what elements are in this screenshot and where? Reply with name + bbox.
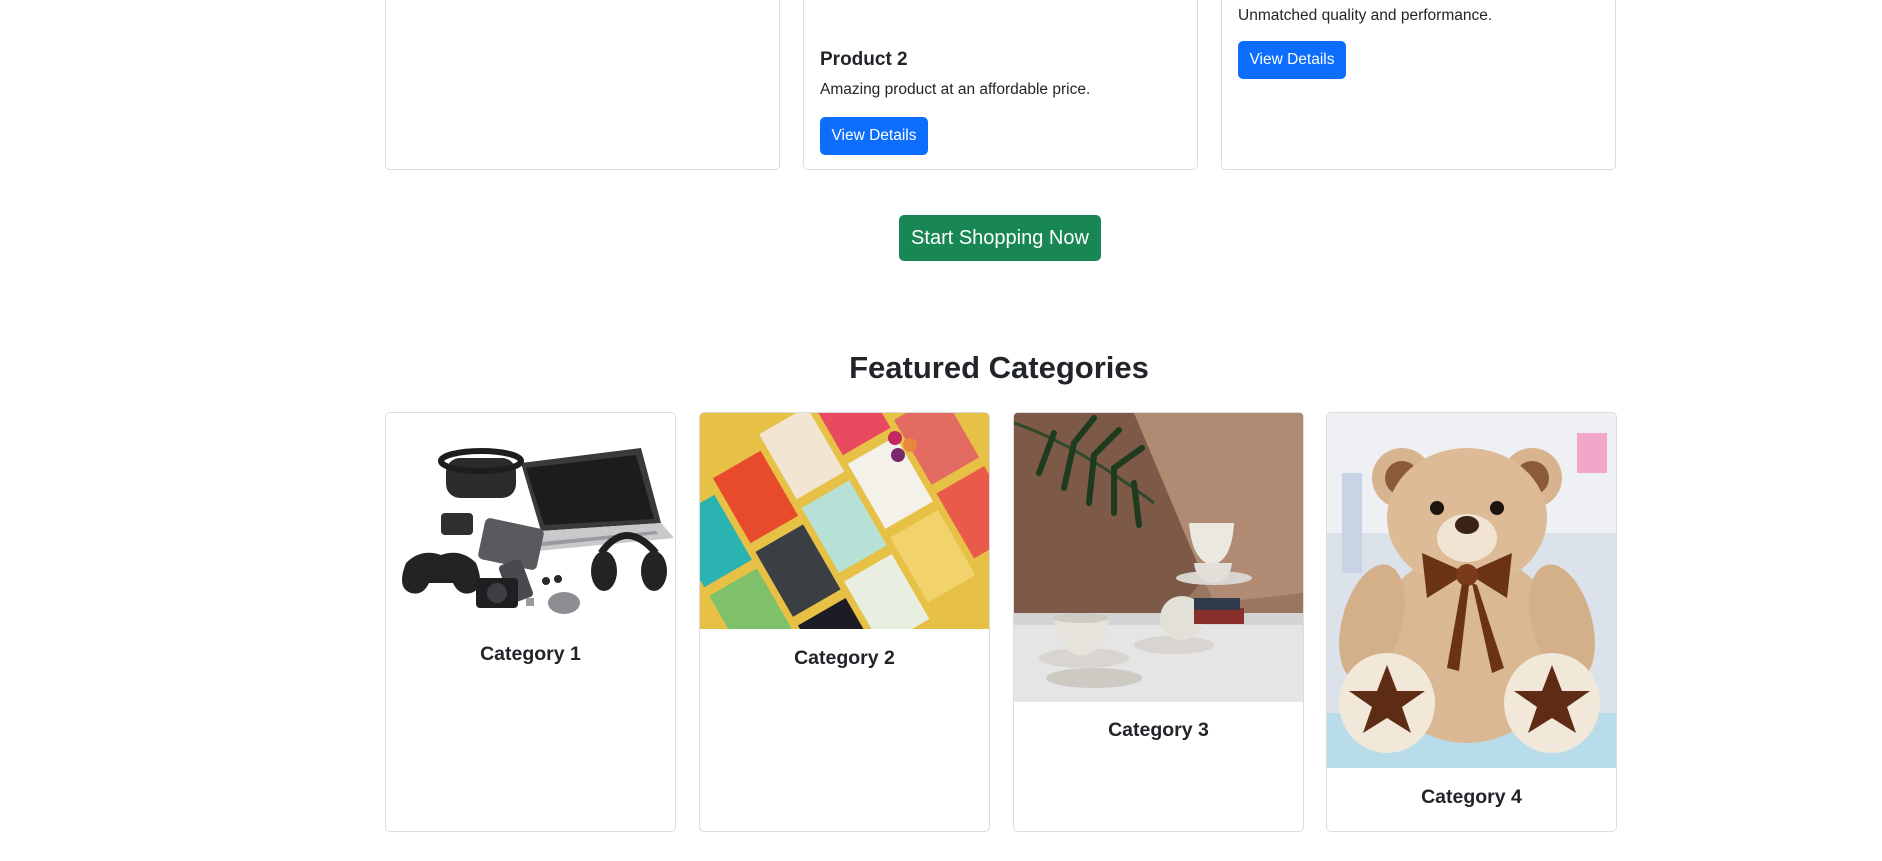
teddy-bear-toy-image — [1327, 413, 1616, 768]
category-title: Category 1 — [480, 643, 581, 665]
category-title: Category 2 — [794, 647, 895, 669]
product-card-2: Product 2 Amazing product at an affordab… — [803, 0, 1198, 170]
home-tableware-image — [1014, 413, 1303, 702]
product-title: Product 2 — [820, 49, 908, 70]
category-title: Category 4 — [1421, 786, 1522, 808]
view-details-button[interactable]: View Details — [1238, 41, 1346, 79]
category-title: Category 3 — [1108, 719, 1209, 741]
product-description: Unmatched quality and performance. — [1238, 7, 1493, 24]
product-card-1 — [385, 0, 780, 170]
electronics-gadgets-image — [386, 413, 675, 628]
category-card-3[interactable]: Category 3 — [1013, 412, 1304, 832]
view-details-button[interactable]: View Details — [820, 117, 928, 155]
books-image — [700, 413, 989, 629]
product-card-3: Unmatched quality and performance. View … — [1221, 0, 1616, 170]
category-card-2[interactable]: Category 2 — [699, 412, 990, 832]
section-title: Featured Categories — [849, 350, 1149, 385]
category-card-4[interactable]: Category 4 — [1326, 412, 1617, 832]
start-shopping-button[interactable]: Start Shopping Now — [899, 215, 1101, 261]
category-card-1[interactable]: Category 1 — [385, 412, 676, 832]
product-description: Amazing product at an affordable price. — [820, 81, 1091, 98]
